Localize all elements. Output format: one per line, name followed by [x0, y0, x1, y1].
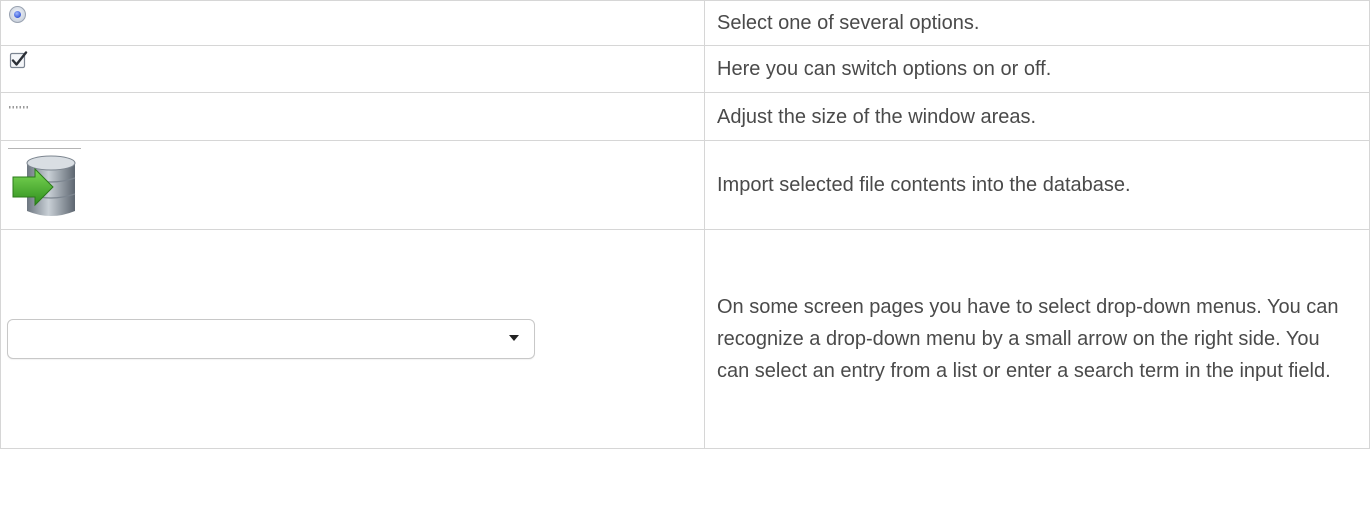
description-cell: On some screen pages you have to select … — [704, 229, 1370, 449]
radio-button-icon[interactable] — [9, 6, 26, 23]
dropdown-menu-example[interactable] — [7, 319, 535, 359]
database-import-icon[interactable] — [7, 147, 83, 223]
description-cell: Adjust the size of the window areas. — [704, 92, 1370, 141]
checkbox-checked-icon[interactable] — [9, 51, 28, 70]
description-cell: Import selected file contents into the d… — [704, 140, 1370, 230]
table-row: Here you can switch options on or off. — [0, 45, 1370, 93]
table-row: On some screen pages you have to select … — [0, 229, 1370, 449]
icon-cell — [0, 0, 705, 46]
controls-table: Select one of several options. Here you … — [0, 0, 1370, 449]
table-row: Select one of several options. — [0, 0, 1370, 46]
dropdown-arrow-icon[interactable] — [509, 335, 519, 341]
icon-cell — [0, 92, 705, 141]
description-cell: Here you can switch options on or off. — [704, 45, 1370, 93]
icon-cell — [0, 229, 705, 449]
description-cell: Select one of several options. — [704, 0, 1370, 46]
icon-cell — [0, 45, 705, 93]
icon-cell — [0, 140, 705, 230]
table-row: Adjust the size of the window areas. — [0, 92, 1370, 141]
dropdown-select[interactable] — [7, 319, 535, 359]
resize-grip-icon[interactable] — [9, 105, 31, 109]
table-row: Import selected file contents into the d… — [0, 140, 1370, 230]
